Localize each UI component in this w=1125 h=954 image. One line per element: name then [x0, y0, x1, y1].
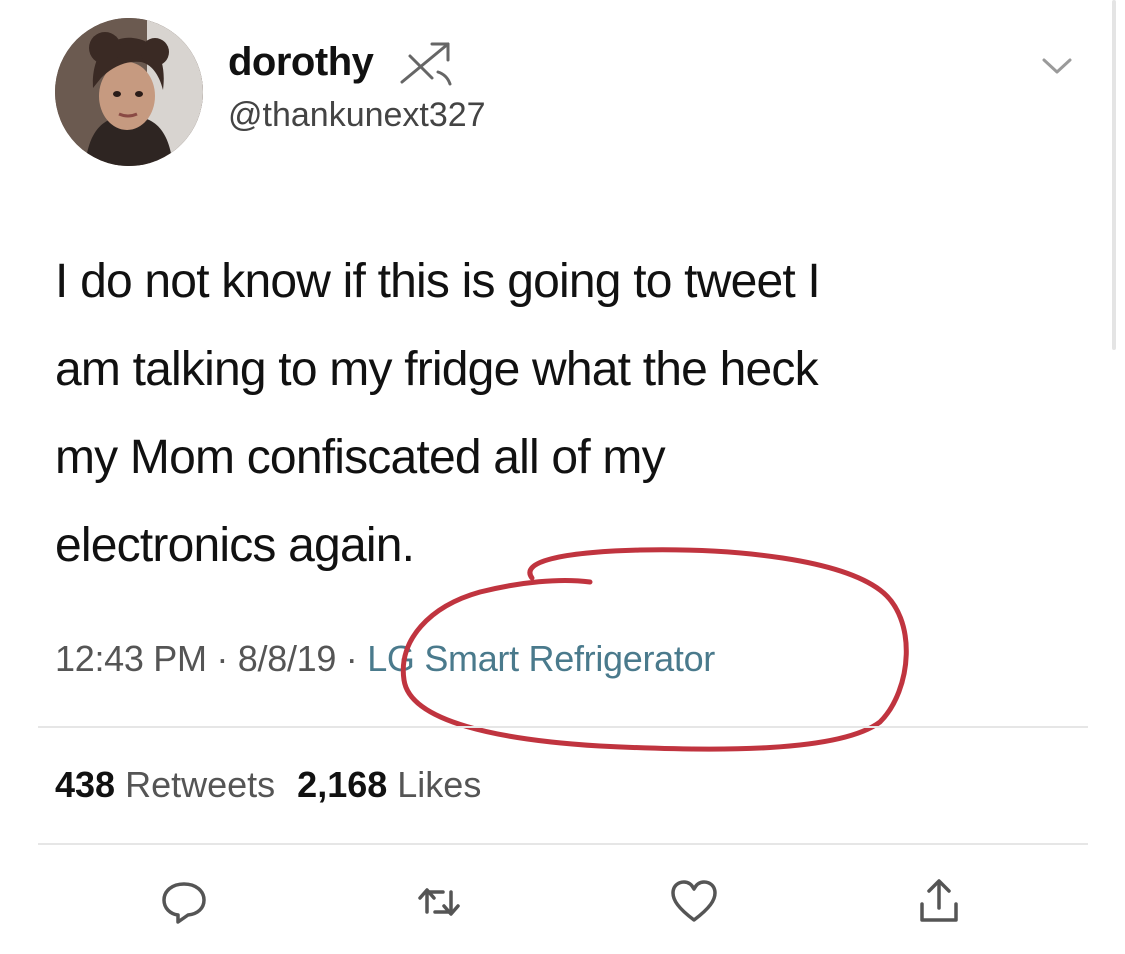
retweet-count[interactable]: 438: [55, 764, 115, 805]
tweet-line: am talking to my fridge what the heck: [55, 343, 819, 396]
user-handle[interactable]: @thankunext327: [228, 96, 486, 135]
like-label[interactable]: Likes: [397, 764, 481, 805]
sagittarius-icon: [400, 42, 452, 86]
tweet-line: electronics again.: [55, 519, 415, 572]
reply-icon: [162, 882, 206, 924]
avatar[interactable]: [55, 18, 203, 166]
tweet-time[interactable]: 12:43 PM: [55, 638, 207, 679]
reply-button[interactable]: [158, 876, 210, 928]
tweet-text: I do not know if this is going to tweet …: [55, 238, 1075, 590]
share-icon: [920, 879, 958, 922]
retweet-button[interactable]: [413, 876, 465, 928]
retweet-icon: [418, 888, 460, 916]
tweet-source-link[interactable]: LG Smart Refrigerator: [367, 638, 715, 679]
share-button[interactable]: [913, 876, 965, 928]
divider: [38, 726, 1088, 728]
display-name[interactable]: dorothy: [228, 40, 374, 85]
divider: [38, 843, 1088, 845]
tweet-date[interactable]: 8/8/19: [238, 638, 337, 679]
like-count[interactable]: 2,168: [297, 764, 387, 805]
meta-separator: ·: [336, 638, 368, 679]
like-button[interactable]: [668, 876, 720, 928]
tweet-screenshot: dorothy @thankunext327 I do not know if …: [0, 0, 1125, 954]
tweet-line: I do not know if this is going to tweet …: [55, 255, 821, 308]
tweet-line: my Mom confiscated all of my: [55, 431, 666, 484]
chevron-down-icon[interactable]: [1040, 54, 1074, 78]
like-icon: [671, 880, 717, 922]
tweet-stats: 438 Retweets 2,168 Likes: [55, 764, 481, 806]
scrollbar[interactable]: [1112, 0, 1116, 350]
avatar-photo: [55, 18, 203, 166]
retweet-label[interactable]: Retweets: [125, 764, 275, 805]
meta-separator: ·: [206, 638, 238, 679]
tweet-metadata: 12:43 PM · 8/8/19 · LG Smart Refrigerato…: [55, 638, 715, 680]
